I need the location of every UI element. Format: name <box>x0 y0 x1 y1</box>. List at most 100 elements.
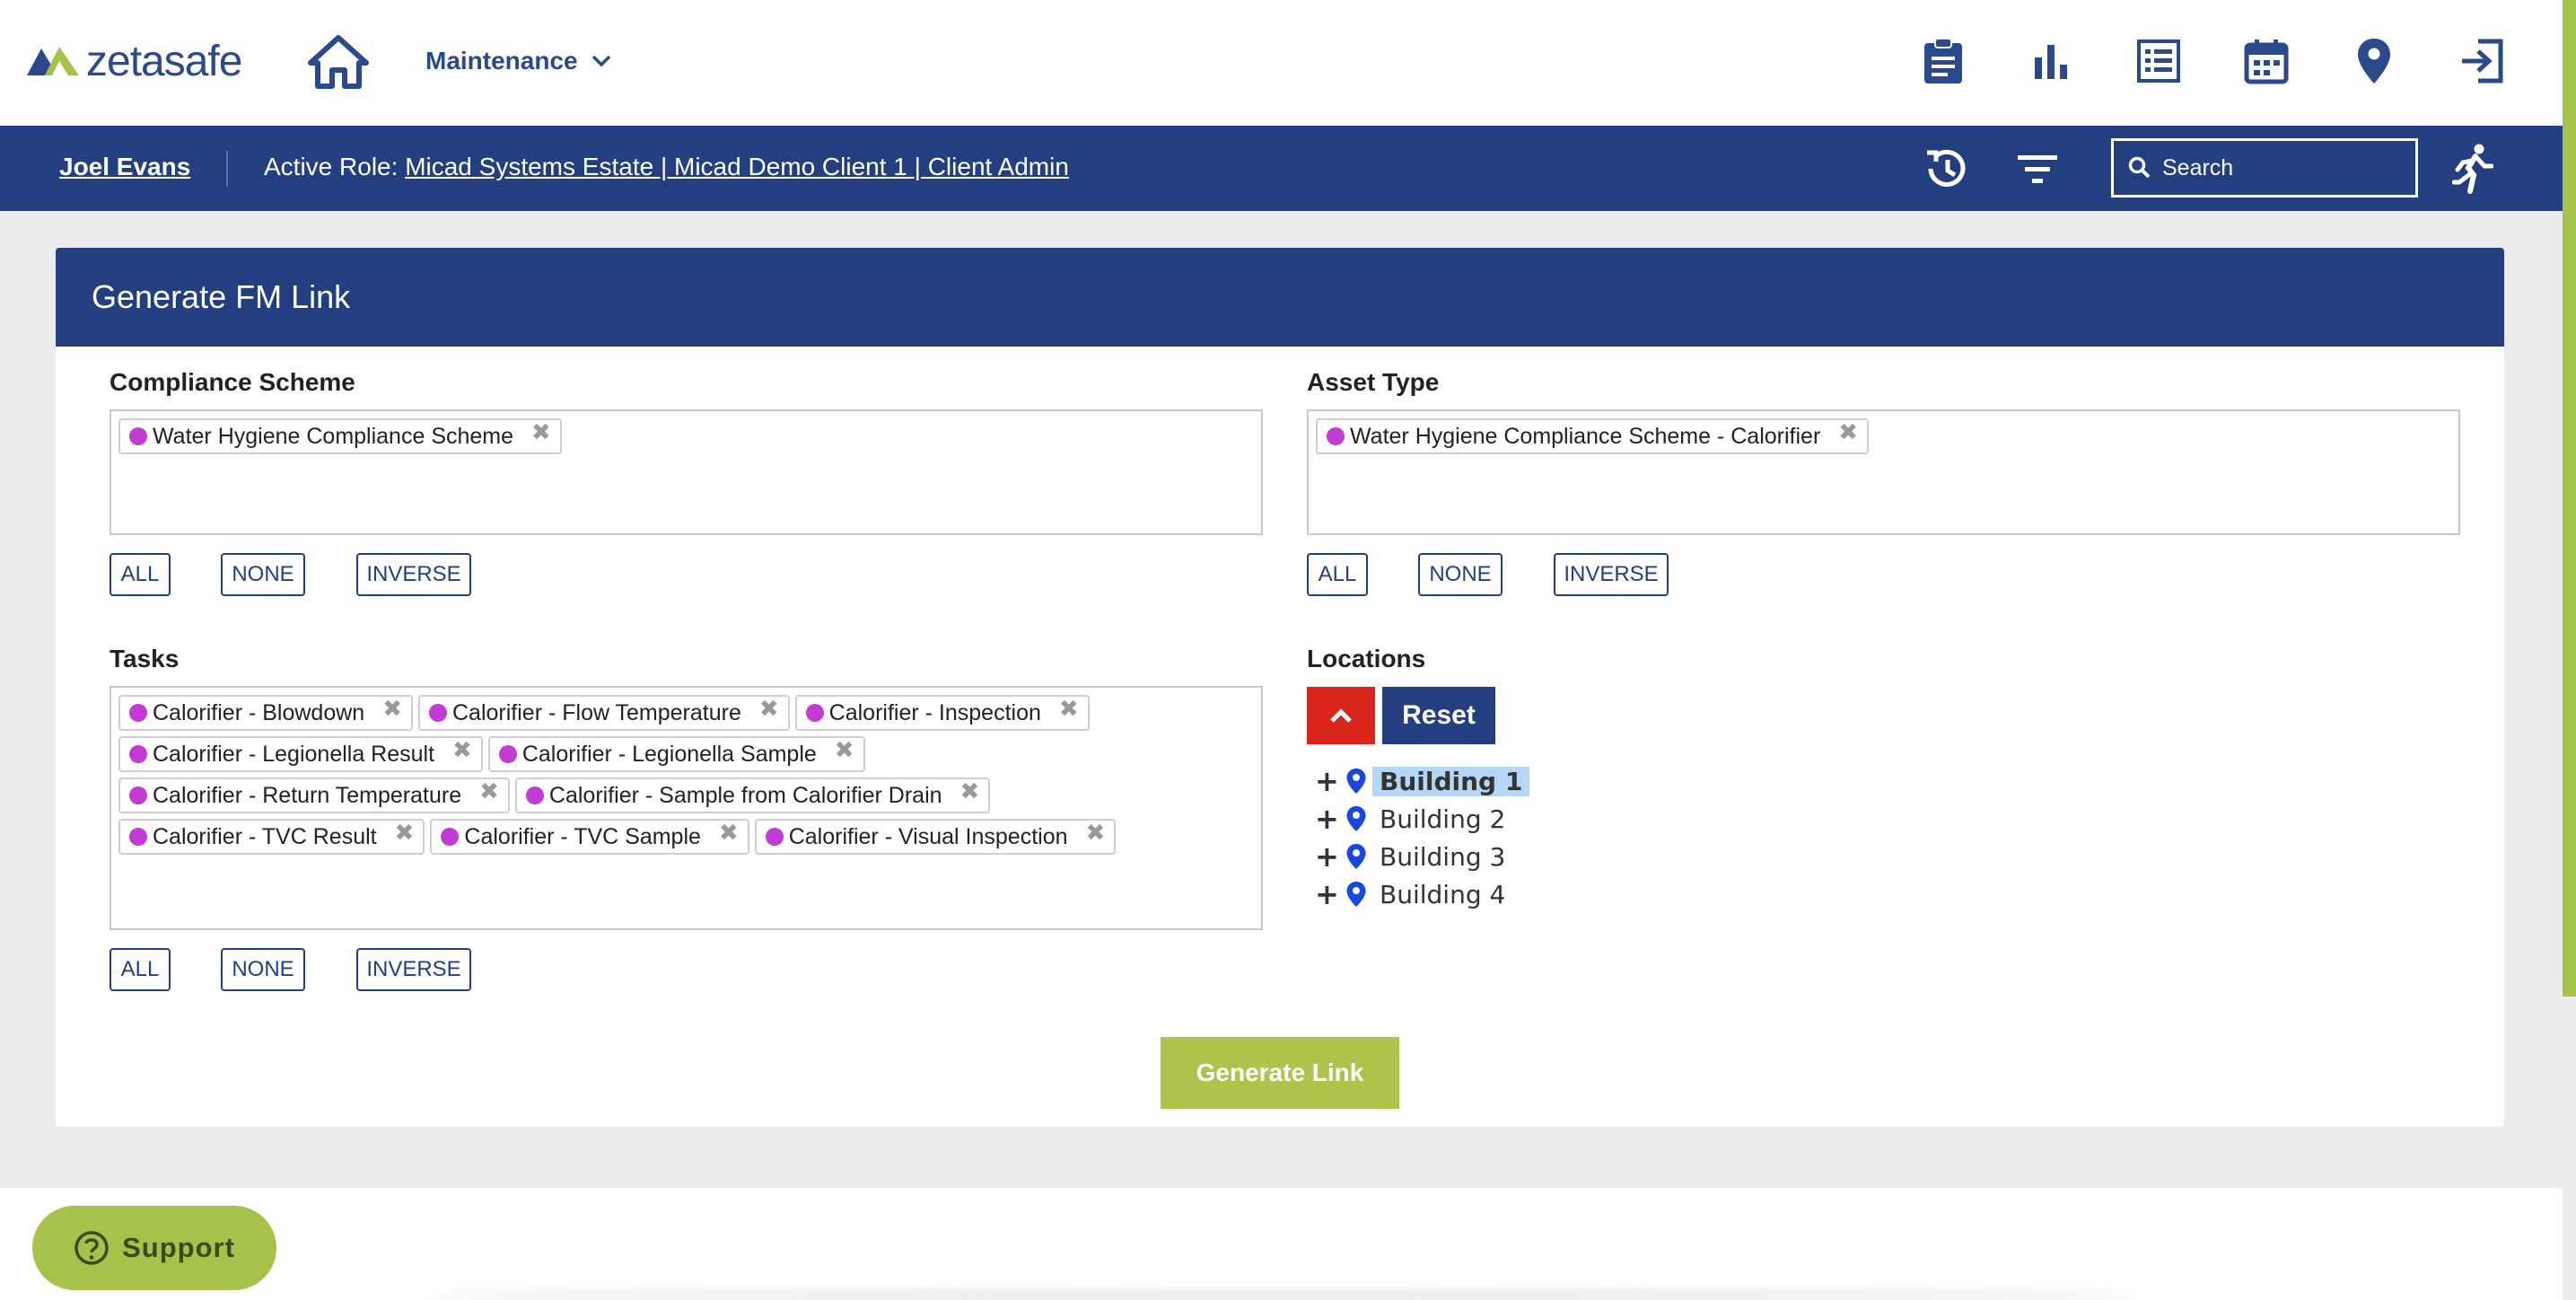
map-pin-icon[interactable] <box>2347 34 2401 88</box>
selected-tag: Calorifier - Legionella Result ✖ <box>118 736 483 772</box>
location-pin-icon <box>1346 806 1366 831</box>
history-icon[interactable] <box>1920 142 1974 196</box>
tree-node-label[interactable]: Building 4 <box>1372 880 1512 909</box>
tag-label: Calorifier - Legionella Sample <box>521 741 817 767</box>
compliance-scheme-select[interactable]: Water Hygiene Compliance Scheme ✖ <box>110 409 1263 535</box>
selected-tag: Water Hygiene Compliance Scheme - Calori… <box>1316 418 1870 454</box>
maintenance-menu[interactable]: Maintenance <box>425 43 612 79</box>
tag-label: Calorifier - Return Temperature <box>153 782 462 808</box>
tag-dot <box>765 828 784 846</box>
reset-button[interactable]: Reset <box>1382 687 1495 744</box>
remove-tag-icon[interactable]: ✖ <box>1059 695 1079 723</box>
tag-label: Water Hygiene Compliance Scheme - Calori… <box>1350 423 1821 449</box>
tag-dot <box>525 786 544 804</box>
expand-icon[interactable]: + <box>1315 804 1339 833</box>
tag-label: Calorifier - TVC Sample <box>464 823 701 849</box>
tag-dot <box>129 704 147 722</box>
remove-tag-icon[interactable]: ✖ <box>395 819 415 847</box>
home-icon[interactable] <box>307 34 370 90</box>
tree-node: + Building 1 <box>1315 762 1530 800</box>
compliance-scheme-label: Compliance Scheme <box>110 368 355 396</box>
running-person-icon[interactable] <box>2446 142 2500 196</box>
tasks-inverse-button[interactable]: INVERSE <box>356 948 471 991</box>
tasks-all-button[interactable]: ALL <box>110 948 171 991</box>
compliance-all-button[interactable]: ALL <box>110 553 171 596</box>
selected-tag: Calorifier - Visual Inspection ✖ <box>754 819 1117 855</box>
remove-tag-icon[interactable]: ✖ <box>1086 819 1106 847</box>
logo-mark-icon <box>27 47 79 75</box>
selected-tag: Calorifier - Legionella Sample ✖ <box>487 736 865 772</box>
remove-tag-icon[interactable]: ✖ <box>479 777 499 805</box>
selected-tag: Calorifier - TVC Result ✖ <box>118 819 425 855</box>
selected-tag: Calorifier - Inspection ✖ <box>794 695 1090 731</box>
asset-type-label: Asset Type <box>1307 368 1440 396</box>
calendar-icon[interactable] <box>2239 34 2293 88</box>
user-name-link[interactable]: Joel Evans <box>59 153 190 181</box>
active-role-link[interactable]: Micad Systems Estate | Micad Demo Client… <box>405 153 1069 180</box>
remove-tag-icon[interactable]: ✖ <box>531 418 551 446</box>
tag-dot <box>1327 427 1345 445</box>
asset-all-button[interactable]: ALL <box>1307 553 1368 596</box>
selected-tag: Calorifier - TVC Sample ✖ <box>430 819 749 855</box>
support-label: Support <box>122 1232 235 1263</box>
tag-dot <box>805 704 824 722</box>
expand-icon[interactable]: + <box>1315 842 1339 871</box>
remove-tag-icon[interactable]: ✖ <box>960 777 980 805</box>
expand-icon[interactable]: + <box>1315 880 1339 909</box>
collapse-tree-button[interactable] <box>1307 687 1375 744</box>
remove-tag-icon[interactable]: ✖ <box>382 695 402 723</box>
expand-icon[interactable]: + <box>1315 767 1339 795</box>
tasks-label: Tasks <box>110 645 180 672</box>
bar-chart-icon[interactable] <box>2024 34 2078 88</box>
remove-tag-icon[interactable]: ✖ <box>759 695 779 723</box>
remove-tag-icon[interactable]: ✖ <box>452 736 472 764</box>
selected-tag: Calorifier - Return Temperature ✖ <box>118 777 510 813</box>
active-role-prefix: Active Role: <box>264 153 399 180</box>
card-header: Generate FM Link <box>56 248 2504 347</box>
location-pin-icon <box>1346 882 1366 907</box>
help-circle-icon <box>74 1231 109 1265</box>
filter-icon[interactable] <box>2011 142 2064 196</box>
generate-link-button[interactable]: Generate Link <box>1161 1037 1399 1109</box>
tag-label: Calorifier - TVC Result <box>153 823 377 849</box>
tag-dot <box>129 786 147 804</box>
footer <box>0 1188 2563 1300</box>
tasks-select[interactable]: Calorifier - Blowdown ✖ Calorifier - Flow … <box>110 686 1263 930</box>
list-icon[interactable] <box>2132 34 2186 88</box>
generate-fm-link-card: Generate FM Link Compliance Scheme Water… <box>56 248 2504 1127</box>
logout-icon[interactable] <box>2455 34 2509 88</box>
top-header: zetasafe Maintenance <box>0 0 2563 126</box>
tag-label: Calorifier - Sample from Calorifier Drai… <box>548 782 942 808</box>
tree-node-label[interactable]: Building 3 <box>1372 842 1512 872</box>
tag-label: Calorifier - Legionella Result <box>153 741 435 767</box>
clipboard-icon[interactable] <box>1916 34 1970 88</box>
brand-logo[interactable]: zetasafe <box>25 34 242 88</box>
asset-none-button[interactable]: NONE <box>1418 553 1503 596</box>
maintenance-menu-label: Maintenance <box>425 47 578 75</box>
tag-dot <box>129 745 147 763</box>
locations-label: Locations <box>1307 645 1426 672</box>
remove-tag-icon[interactable]: ✖ <box>1838 418 1858 446</box>
brand-name: zetasafe <box>86 37 242 85</box>
tree-node: + Building 4 <box>1315 875 1529 913</box>
tag-label: Calorifier - Flow Temperature <box>452 699 741 725</box>
location-pin-icon <box>1346 769 1366 794</box>
tasks-none-button[interactable]: NONE <box>221 948 305 991</box>
tree-node-label[interactable]: Building 2 <box>1372 804 1512 834</box>
footer-shadow <box>431 1291 2136 1300</box>
remove-tag-icon[interactable]: ✖ <box>835 736 854 764</box>
tree-node-label[interactable]: Building 1 <box>1372 766 1530 796</box>
remove-tag-icon[interactable]: ✖ <box>719 819 739 847</box>
asset-type-select[interactable]: Water Hygiene Compliance Scheme - Calori… <box>1307 409 2460 535</box>
search-input[interactable]: Search <box>2111 138 2418 198</box>
divider <box>226 151 228 187</box>
support-button[interactable]: Support <box>32 1206 276 1290</box>
tag-label: Water Hygiene Compliance Scheme <box>153 423 514 449</box>
card-title: Generate FM Link <box>92 278 351 315</box>
search-icon <box>2128 156 2151 179</box>
compliance-inverse-button[interactable]: INVERSE <box>356 553 471 596</box>
compliance-none-button[interactable]: NONE <box>221 553 305 596</box>
locations-tree: + Building 1 + Building 2 + Building 3 + Buildi… <box>1315 762 1530 913</box>
user-bar: Joel Evans Active Role: Micad Systems Es… <box>0 126 2563 211</box>
asset-inverse-button[interactable]: INVERSE <box>1554 553 1669 596</box>
